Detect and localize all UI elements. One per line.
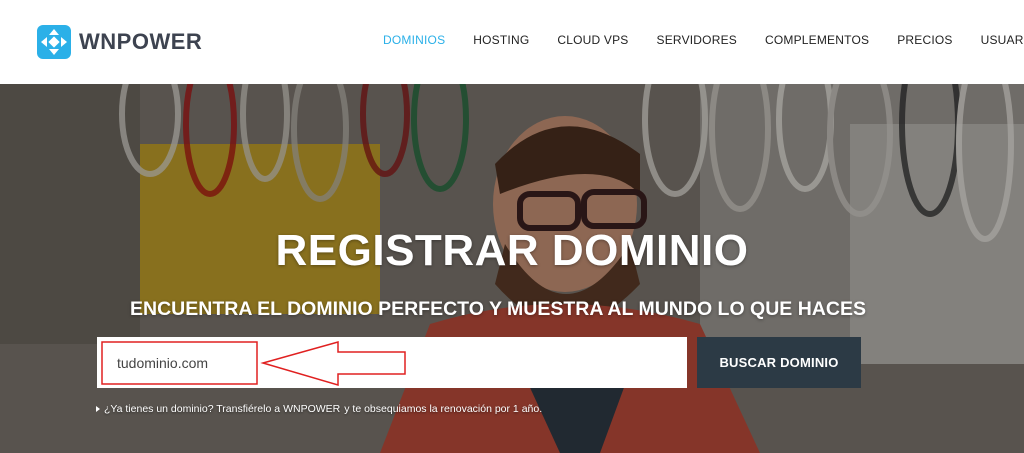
nav-item-cloud-vps[interactable]: CLOUD VPS: [557, 33, 628, 47]
page-title: REGISTRAR DOMINIO: [275, 226, 749, 275]
caret-right-icon: [96, 406, 100, 412]
transfer-link[interactable]: WNPOWER: [283, 403, 340, 415]
nav-item-hosting[interactable]: HOSTING: [473, 33, 529, 47]
transfer-suffix: y te obsequiamos la renovación por 1 año…: [344, 403, 543, 415]
nav-item-usuarios[interactable]: USUARIOS: [981, 33, 1024, 47]
logo[interactable]: WNPOWER: [37, 24, 202, 60]
nav-item-servidores[interactable]: SERVIDORES: [657, 33, 737, 47]
brand-name: WNPOWER: [79, 29, 203, 54]
site-header: WNPOWER DOMINIOS HOSTING CLOUD VPS SERVI…: [0, 0, 1024, 84]
transfer-prefix: ¿Ya tienes un dominio? Transfiérelo a: [104, 403, 281, 415]
main-nav: DOMINIOS HOSTING CLOUD VPS SERVIDORES CO…: [383, 33, 1024, 47]
nav-item-complementos[interactable]: COMPLEMENTOS: [765, 33, 869, 47]
transfer-notice: ¿Ya tienes un dominio? Transfiérelo a WN…: [96, 403, 542, 415]
nav-item-dominios[interactable]: DOMINIOS: [383, 33, 445, 47]
domain-search-input[interactable]: [97, 337, 687, 388]
nav-item-precios[interactable]: PRECIOS: [897, 33, 952, 47]
wnpower-logo-icon: [37, 25, 71, 59]
search-domain-button[interactable]: BUSCAR DOMINIO: [697, 337, 861, 388]
hero-subtitle: ENCUENTRA EL DOMINIO PERFECTO Y MUESTRA …: [129, 298, 866, 320]
